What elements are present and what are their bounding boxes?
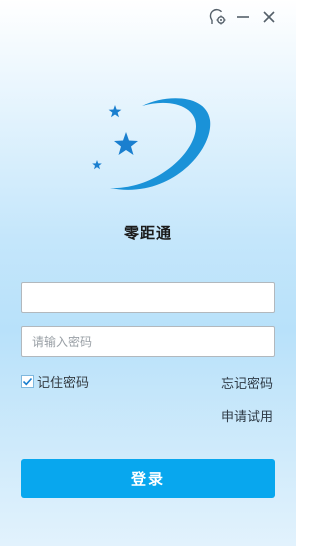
password-input[interactable] — [21, 326, 275, 357]
settings-button[interactable] — [208, 8, 228, 26]
checkbox-box[interactable] — [21, 374, 34, 388]
minimize-icon — [237, 16, 249, 18]
remember-password-label: 记住密码 — [37, 375, 90, 391]
minimize-button[interactable] — [233, 8, 253, 26]
star-orbit-logo — [92, 98, 211, 190]
checkmark-icon — [22, 377, 33, 385]
close-icon — [263, 11, 275, 23]
username-input[interactable] — [21, 282, 275, 313]
apply-trial-link[interactable]: 申请试用 — [221, 406, 273, 425]
close-button[interactable] — [259, 8, 279, 26]
app-name: 零距通 — [123, 224, 172, 242]
app-logo — [84, 92, 212, 204]
remember-password-checkbox[interactable]: 记住密码 — [21, 373, 90, 391]
forgot-password-link[interactable]: 忘记密码 — [221, 373, 273, 392]
login-button[interactable]: 登录 — [21, 459, 275, 498]
settings-icon — [209, 8, 226, 25]
login-window: 零距通 记住密码 忘记密码 申请试用 登录 — [0, 0, 296, 546]
